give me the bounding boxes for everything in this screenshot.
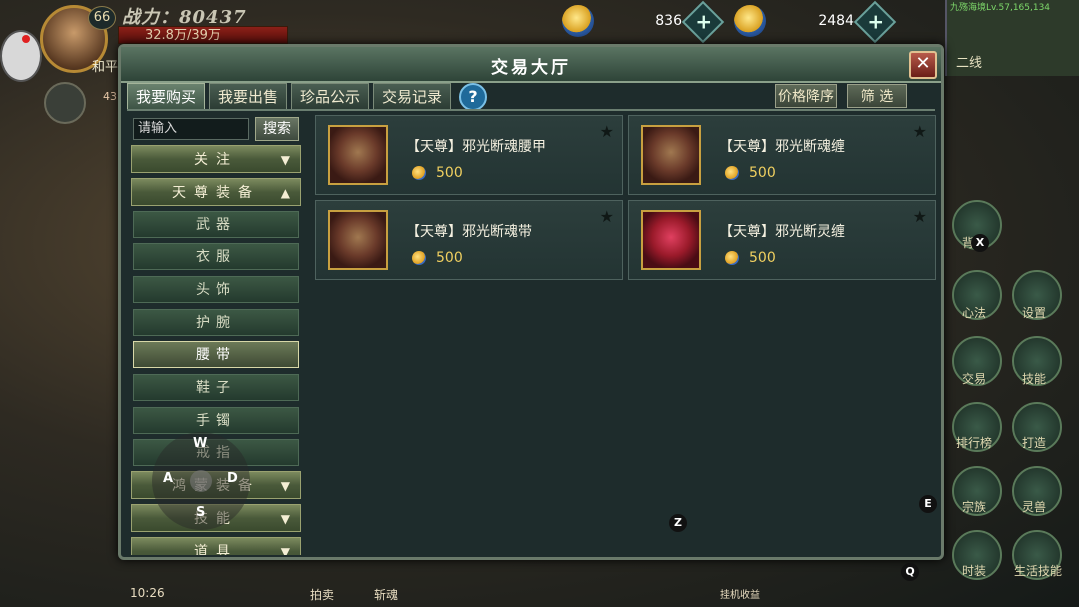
side-label: 灵兽 (1021, 500, 1046, 514)
notification-dot (22, 35, 30, 43)
side-label: 宗族 (961, 500, 986, 514)
plus-icon: + (695, 9, 713, 34)
key-q: Q (901, 563, 919, 581)
side-label: 心法 (961, 306, 986, 320)
armor-item-icon (641, 125, 701, 185)
armor-item-icon (328, 125, 388, 185)
hp-bar: 32.8万/39万 (118, 26, 288, 44)
close-button[interactable]: ✕ (909, 51, 937, 79)
currency-value: 836 (655, 13, 682, 29)
auction-label[interactable]: 拍卖 (310, 586, 334, 603)
pet-level: 43 (103, 90, 117, 103)
tab-trade-record[interactable]: 交易记录 (373, 83, 451, 109)
category-label: 天尊装备 (172, 185, 260, 201)
help-icon[interactable]: ? (459, 83, 487, 111)
player-name: 和平 (92, 60, 119, 75)
side-label: 设置 (1021, 306, 1046, 320)
item-price: 500 (436, 165, 463, 181)
plus-icon: + (867, 9, 885, 34)
triangle-up-icon: ▲ (280, 186, 290, 200)
title-bar: 交易大厅 ✕ (121, 47, 941, 83)
star-icon[interactable]: ★ (913, 122, 927, 141)
star-icon[interactable]: ★ (913, 207, 927, 226)
side-label: 排行榜 (955, 436, 992, 450)
search-button[interactable]: 搜索 (255, 117, 299, 141)
add-currency-button[interactable]: + (853, 0, 897, 44)
side-label: 交易 (961, 372, 986, 386)
triangle-down-icon: ▼ (280, 479, 290, 493)
tab-treasure-public[interactable]: 珍品公示 (291, 83, 369, 109)
search-input[interactable]: 请输入 (133, 118, 249, 140)
item-name: 【天尊】邪光断魂腰甲 (406, 139, 546, 155)
key-a: A (163, 471, 174, 486)
key-e: E (919, 495, 937, 513)
side-label: 生活技能 (1013, 564, 1062, 578)
joystick-knob[interactable] (190, 470, 212, 492)
afk-reward-label[interactable]: 挂机收益 (720, 586, 760, 601)
armor-item-icon (641, 210, 701, 270)
sort-price-desc-button[interactable]: 价格降序 (775, 84, 837, 108)
item-card[interactable]: 【天尊】邪光断魂缠 500 ★ (628, 115, 936, 195)
category-item[interactable]: 道具 ▼ (131, 537, 301, 555)
ingot-icon (725, 166, 739, 180)
key-w: W (193, 436, 208, 451)
sub-bracelet[interactable]: 手镯 (133, 407, 299, 434)
currency-bar-gold: 836 + (562, 0, 725, 44)
item-price: 500 (749, 250, 776, 266)
side-label: 时装 (961, 564, 986, 578)
triangle-down-icon: ▼ (280, 545, 290, 555)
triangle-down-icon: ▼ (280, 512, 290, 526)
category-label: 道具 (194, 544, 238, 555)
key-d: D (227, 471, 238, 486)
item-price: 500 (436, 250, 463, 266)
side-label: 技能 (1021, 372, 1046, 386)
gold-ingot-icon (562, 5, 594, 37)
bound-ingot-icon (734, 5, 766, 37)
item-card[interactable]: 【天尊】邪光断魂带 500 ★ (315, 200, 623, 280)
item-name: 【天尊】邪光断魂缠 (719, 139, 845, 155)
minimap-location: 九殇海境Lv.57,165,134 (950, 3, 1051, 13)
sub-headwear[interactable]: 头饰 (133, 276, 299, 303)
item-price: 500 (749, 165, 776, 181)
triangle-down-icon: ▼ (280, 153, 290, 167)
ingot-icon (725, 251, 739, 265)
armor-item-icon (328, 210, 388, 270)
clock: 10:26 (130, 586, 165, 600)
item-grid: 【天尊】邪光断魂腰甲 500 ★ 【天尊】邪光断魂缠 500 ★ 【天尊】邪光断… (315, 115, 936, 555)
currency-value: 2484 (818, 13, 854, 29)
category-label: 关注 (194, 152, 238, 168)
currency-bar-bound: 2484 + (734, 0, 897, 44)
filter-button[interactable]: 筛 选 (847, 84, 907, 108)
key-s: S (196, 505, 206, 520)
ingot-icon (412, 251, 426, 265)
tab-sell[interactable]: 我要出售 (209, 83, 287, 109)
server-line[interactable]: 二线 (956, 52, 982, 71)
item-card[interactable]: 【天尊】邪光断魂腰甲 500 ★ (315, 115, 623, 195)
ingot-icon (412, 166, 426, 180)
divider (127, 109, 935, 111)
item-name: 【天尊】邪光断魂带 (406, 224, 532, 240)
key-x: X (971, 234, 989, 252)
sub-clothes[interactable]: 衣服 (133, 243, 299, 270)
add-currency-button[interactable]: + (681, 0, 725, 44)
star-icon[interactable]: ★ (600, 122, 614, 141)
dialog-title: 交易大厅 (491, 58, 571, 78)
item-name: 【天尊】邪光断灵缠 (719, 224, 845, 240)
soul-slash-label[interactable]: 斩魂 (374, 586, 398, 603)
gamepad-icon[interactable] (0, 30, 42, 82)
sub-weapon[interactable]: 武器 (133, 211, 299, 238)
side-label: 打造 (1021, 436, 1046, 450)
sub-belt[interactable]: 腰带 (133, 341, 299, 368)
key-z: Z (669, 514, 687, 532)
player-level: 66 (88, 6, 116, 30)
category-tianzun[interactable]: 天尊装备 ▲ (131, 178, 301, 206)
pet-avatar[interactable] (44, 82, 86, 124)
category-follow[interactable]: 关注 ▼ (131, 145, 301, 173)
sub-bracer[interactable]: 护腕 (133, 309, 299, 336)
item-card[interactable]: 【天尊】邪光断灵缠 500 ★ (628, 200, 936, 280)
tab-buy[interactable]: 我要购买 (127, 83, 205, 109)
star-icon[interactable]: ★ (600, 207, 614, 226)
sub-shoes[interactable]: 鞋子 (133, 374, 299, 401)
